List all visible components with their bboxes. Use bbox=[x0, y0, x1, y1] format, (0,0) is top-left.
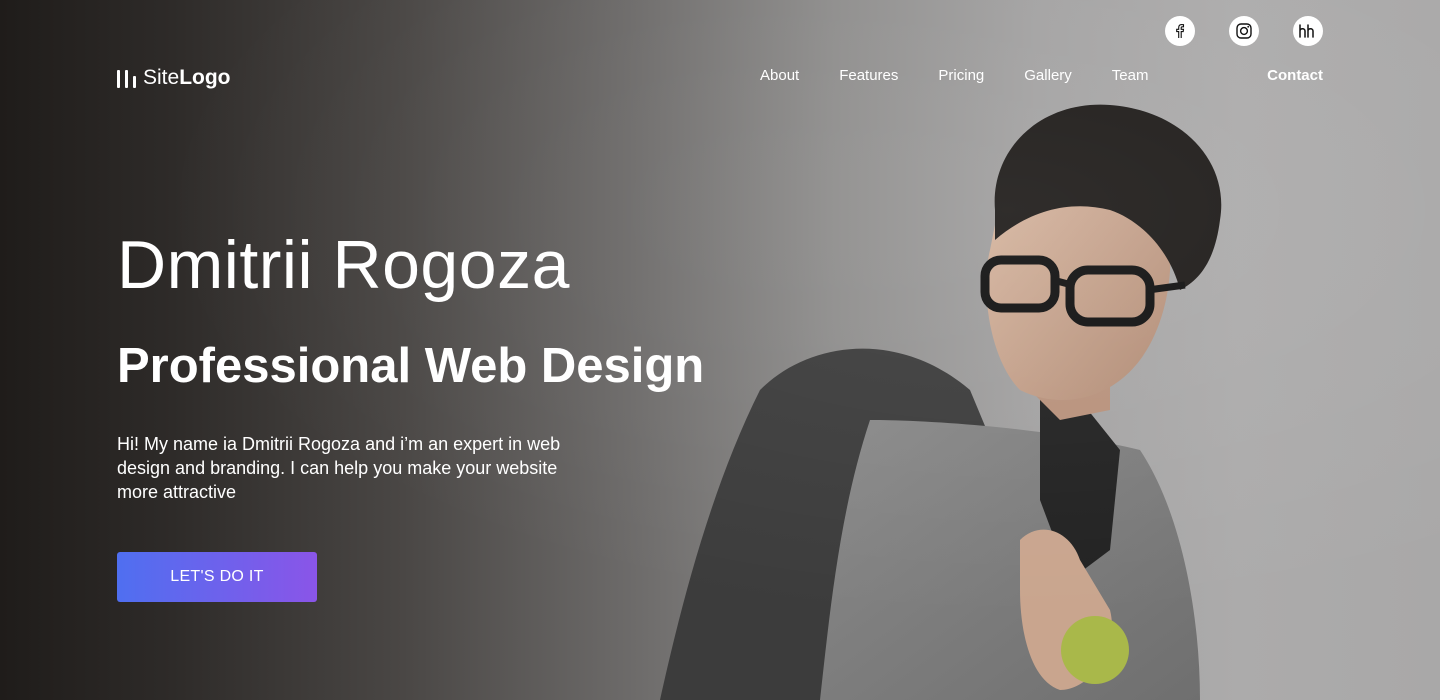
nav-contact[interactable]: Contact bbox=[1267, 67, 1323, 84]
logo-mark-icon bbox=[117, 68, 136, 88]
site-logo[interactable]: Site Logo bbox=[117, 66, 231, 90]
hero-title: Professional Web Design bbox=[117, 339, 705, 393]
instagram-icon[interactable] bbox=[1229, 16, 1259, 46]
hero-photo bbox=[660, 104, 1222, 700]
logo-text-bold: Logo bbox=[179, 66, 231, 89]
hero-name: Dmitrii Rogoza bbox=[117, 227, 570, 303]
nav-features[interactable]: Features bbox=[839, 67, 898, 84]
facebook-icon[interactable] bbox=[1165, 16, 1195, 46]
hero-intro: Hi! My name ia Dmitrii Rogoza and i’m an… bbox=[117, 434, 561, 502]
cta-button[interactable]: LET'S DO IT bbox=[117, 552, 317, 602]
nav-team[interactable]: Team bbox=[1112, 67, 1149, 84]
nav-pricing[interactable]: Pricing bbox=[938, 67, 984, 84]
hh-icon[interactable] bbox=[1293, 16, 1323, 46]
nav-about[interactable]: About bbox=[760, 67, 799, 84]
logo-text-light: Site bbox=[143, 66, 180, 89]
main-nav: About Features Pricing Gallery Team bbox=[760, 67, 1188, 84]
social-links bbox=[1165, 16, 1323, 46]
hero-section: Site Logo About Features Pricing Gallery … bbox=[0, 0, 1440, 700]
nav-gallery[interactable]: Gallery bbox=[1024, 67, 1072, 84]
